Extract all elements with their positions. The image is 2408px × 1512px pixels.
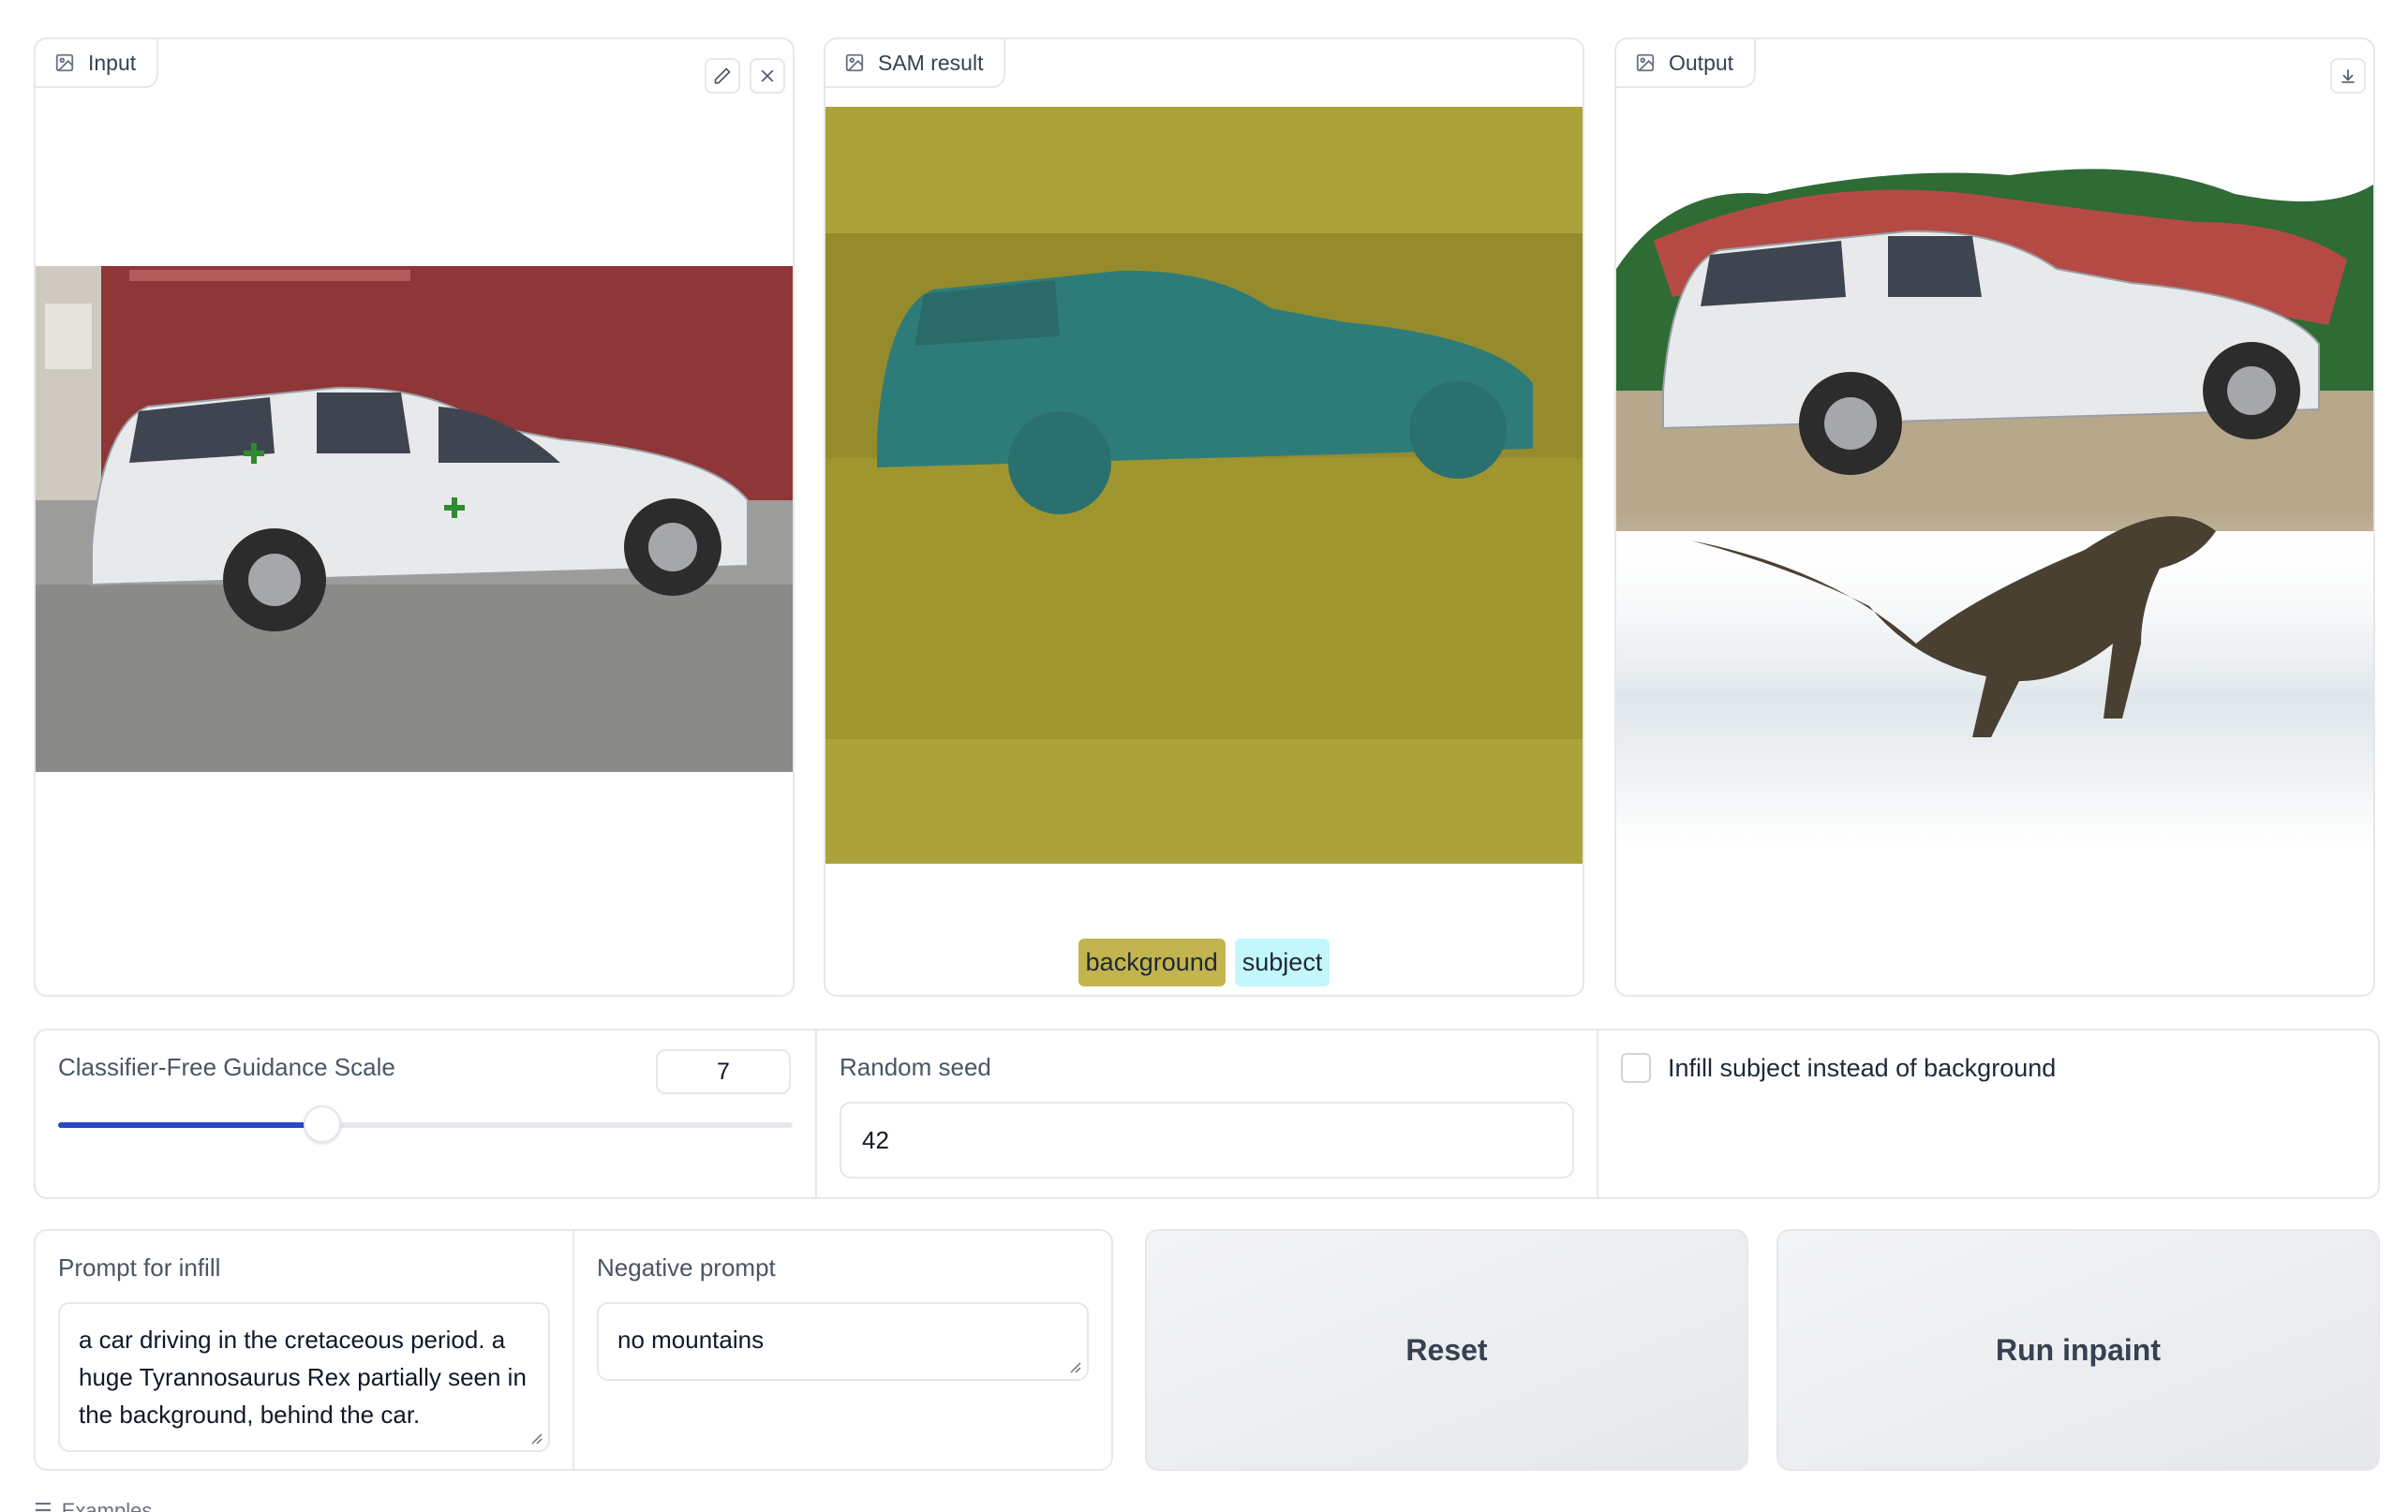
prompt-textarea[interactable]: a car driving in the cretaceous period. … [58, 1302, 550, 1452]
resize-handle-icon[interactable] [1066, 1358, 1081, 1373]
examples-label: Examples [61, 1499, 153, 1512]
pencil-icon [714, 67, 731, 84]
negative-prompt-textarea[interactable]: no mountains [597, 1302, 1089, 1381]
cfg-scale-slider-thumb[interactable] [304, 1105, 342, 1143]
prompt-label: Prompt for infill [58, 1253, 221, 1282]
image-icon [845, 53, 864, 72]
infill-subject-control: Infill subject instead of background [1598, 1030, 2378, 1197]
input-image[interactable] [36, 266, 793, 772]
sam-image-drawing [825, 107, 1583, 864]
output-panel: Output [1614, 37, 2375, 997]
cfg-scale-slider[interactable] [58, 1105, 793, 1143]
clear-button[interactable] [750, 58, 785, 94]
output-panel-label: Output [1616, 39, 1757, 88]
output-image-drawing [1616, 156, 2373, 850]
negative-prompt-label: Negative prompt [597, 1253, 776, 1282]
download-button[interactable] [2330, 58, 2366, 94]
list-icon: ☰ [34, 1499, 52, 1512]
sam-label-text: SAM result [878, 50, 984, 75]
sam-panel-label: SAM result [825, 39, 1006, 88]
prompts-group: Prompt for infill a car driving in the c… [34, 1229, 1113, 1471]
output-label-text: Output [1669, 50, 1734, 75]
infill-subject-checkbox[interactable] [1621, 1053, 1651, 1083]
resize-handle-icon[interactable] [528, 1430, 543, 1445]
random-seed-input[interactable]: 42 [840, 1102, 1574, 1178]
infill-subject-label: Infill subject instead of background [1668, 1053, 2057, 1082]
prompt-text: a car driving in the cretaceous period. … [79, 1326, 527, 1429]
image-icon [1636, 53, 1655, 72]
sam-result-panel: SAM result background subject [824, 37, 1584, 997]
cfg-scale-label: Classifier-Free Guidance Scale [58, 1053, 395, 1081]
output-image [1616, 156, 2373, 850]
negative-prompt-text: no mountains [617, 1326, 765, 1354]
infill-subject-row[interactable]: Infill subject instead of background [1621, 1053, 2056, 1083]
cfg-scale-number-input[interactable]: 7 [656, 1049, 791, 1094]
negative-prompt-field: Negative prompt no mountains [574, 1231, 1111, 1469]
settings-row: Classifier-Free Guidance Scale 7 Random … [34, 1029, 2380, 1199]
legend-background: background [1078, 939, 1226, 986]
prompt-field: Prompt for infill a car driving in the c… [36, 1231, 574, 1469]
examples-section[interactable]: ☰ Examples [34, 1499, 152, 1512]
image-icon [55, 53, 74, 72]
input-panel[interactable]: Input [34, 37, 795, 997]
legend-subject: subject [1234, 939, 1330, 986]
input-image-drawing [36, 266, 793, 772]
edit-button[interactable] [705, 58, 740, 94]
input-panel-label: Input [36, 39, 159, 88]
sam-legend: background subject [825, 939, 1583, 986]
close-icon [761, 69, 774, 82]
input-label-text: Input [88, 50, 137, 75]
cfg-scale-control: Classifier-Free Guidance Scale 7 [36, 1030, 817, 1197]
download-icon [2341, 69, 2355, 83]
reset-button[interactable]: Reset [1145, 1229, 1748, 1471]
random-seed-label: Random seed [840, 1053, 991, 1081]
sam-image [825, 107, 1583, 864]
random-seed-control: Random seed 42 [817, 1030, 1598, 1197]
run-inpaint-button[interactable]: Run inpaint [1776, 1229, 2380, 1471]
cfg-scale-slider-fill [58, 1122, 323, 1128]
